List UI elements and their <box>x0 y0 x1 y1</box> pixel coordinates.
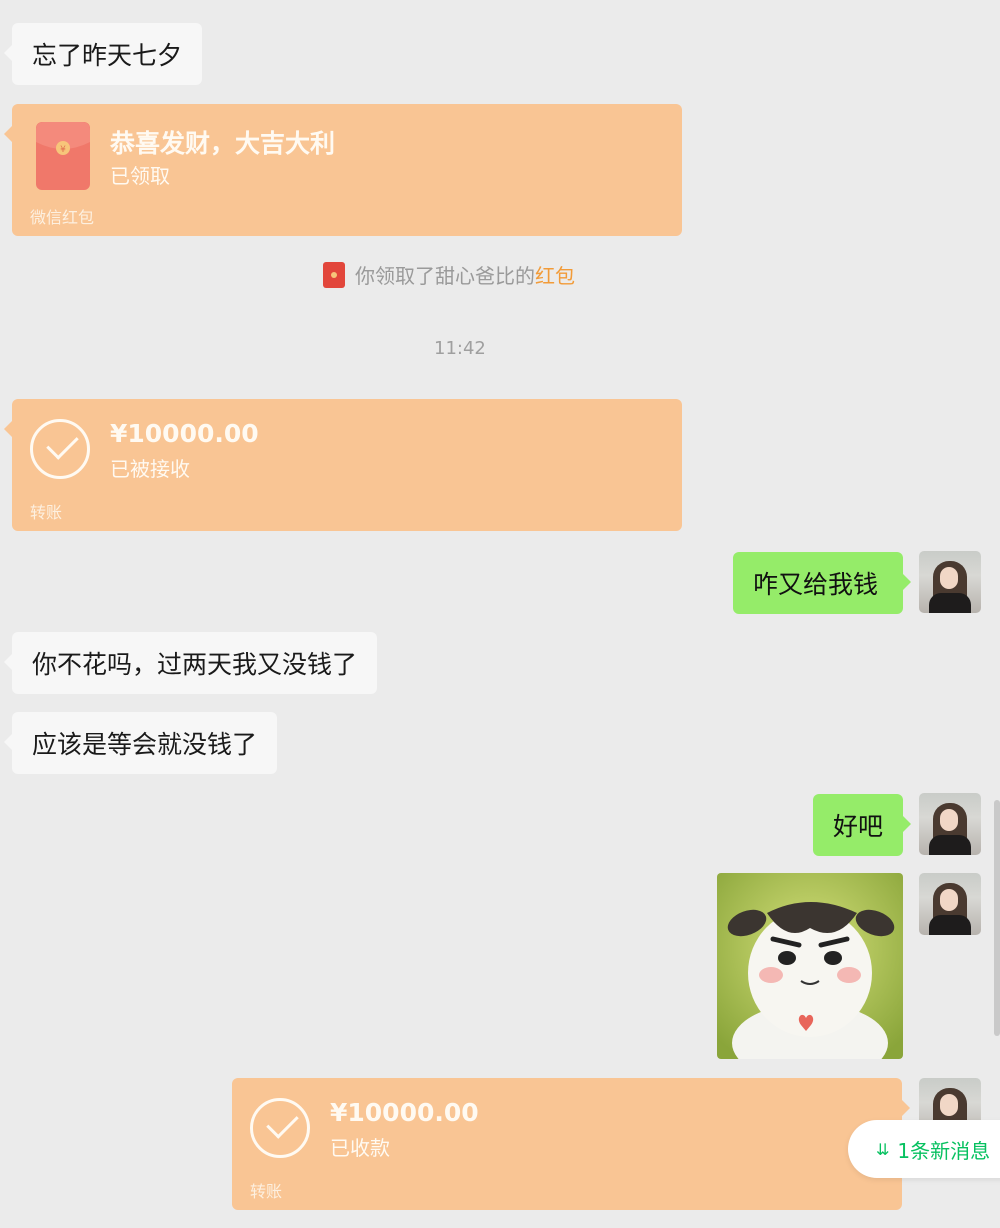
message-text: 你不花吗，过两天我又没钱了 <box>32 650 358 679</box>
outgoing-message-bubble[interactable]: 咋又给我钱 <box>733 552 911 614</box>
scrollbar-thumb[interactable] <box>994 800 1000 1036</box>
message-text: 咋又给我钱 <box>753 570 879 599</box>
message-text: 应该是等会就没钱了 <box>32 730 258 759</box>
double-chevron-down-icon: ⇊ <box>876 1139 890 1159</box>
transfer-amount: ¥10000.00 <box>330 1098 479 1127</box>
red-packet-footer: 微信红包 <box>30 208 95 227</box>
red-packet-title: 恭喜发财，大吉大利 <box>110 129 336 158</box>
new-messages-label: 1条新消息 <box>897 1138 991 1163</box>
message-text: 忘了昨天七夕 <box>32 41 183 70</box>
message-text: 好吧 <box>833 812 884 841</box>
system-notice-text: 你领取了甜心爸比的 <box>355 264 535 288</box>
incoming-message-bubble[interactable]: 应该是等会就没钱了 <box>3 712 278 774</box>
red-packet-link[interactable]: 红包 <box>535 260 575 289</box>
transfer-status: 已被接收 <box>110 457 190 481</box>
red-packet-status: 已领取 <box>110 164 170 188</box>
avatar[interactable] <box>919 873 981 935</box>
cow-sticker-image[interactable] <box>717 873 903 1059</box>
incoming-message-bubble[interactable]: 你不花吗，过两天我又没钱了 <box>3 632 378 694</box>
transfer-card-incoming[interactable]: ¥10000.00 已被接收 转账 <box>4 399 682 531</box>
red-packet-card[interactable]: ¥ 恭喜发财，大吉大利 已领取 微信红包 <box>4 104 682 236</box>
outgoing-message-bubble[interactable]: 好吧 <box>813 794 911 856</box>
avatar[interactable] <box>919 793 981 855</box>
transfer-footer: 转账 <box>250 1182 283 1201</box>
transfer-footer: 转账 <box>30 503 63 522</box>
small-red-packet-icon <box>323 261 345 288</box>
system-notice: 你领取了甜心爸比的 红包 <box>323 260 575 289</box>
transfer-card-outgoing[interactable]: ¥10000.00 已收款 转账 <box>232 1078 910 1210</box>
incoming-message-bubble[interactable]: 忘了昨天七夕 <box>3 23 203 85</box>
svg-text:¥: ¥ <box>60 145 66 155</box>
new-messages-button[interactable]: ⇊ 1条新消息 <box>848 1120 1000 1178</box>
check-circle-icon <box>30 419 90 479</box>
avatar[interactable] <box>919 551 981 613</box>
red-packet-icon: ¥ <box>36 122 90 190</box>
transfer-amount: ¥10000.00 <box>110 419 259 448</box>
timestamp: 11:42 <box>434 338 486 359</box>
check-circle-icon <box>250 1098 310 1158</box>
transfer-status: 已收款 <box>330 1136 390 1160</box>
